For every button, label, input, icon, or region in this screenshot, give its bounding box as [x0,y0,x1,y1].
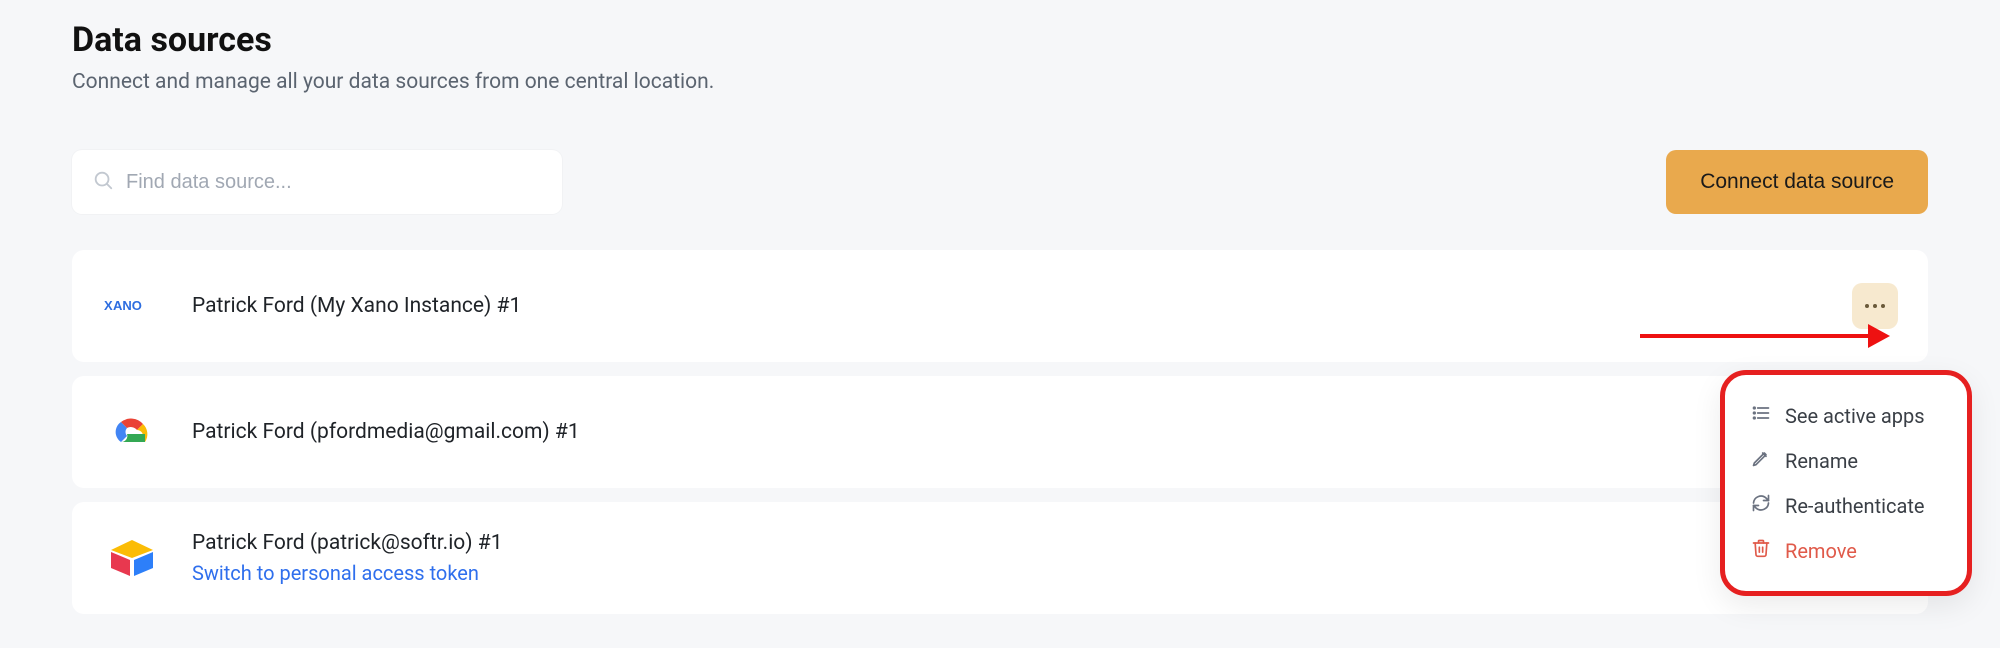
data-source-list: X ANO Patrick Ford (My Xano Instance) #1 [72,250,1928,614]
toolbar: Connect data source [72,150,1928,214]
connect-data-source-button[interactable]: Connect data source [1666,150,1928,214]
xano-logo-icon: X ANO [102,296,162,316]
page-title: Data sources [72,20,1928,60]
menu-reauthenticate[interactable]: Re-authenticate [1733,483,1959,528]
search-box[interactable] [72,150,562,214]
menu-label: Rename [1785,449,1858,473]
svg-text:X: X [104,298,113,313]
airtable-logo-icon [102,538,162,578]
page-subtitle: Connect and manage all your data sources… [72,70,1928,94]
list-icon [1751,403,1771,428]
switch-token-link[interactable]: Switch to personal access token [192,561,503,585]
menu-see-active-apps[interactable]: See active apps [1733,393,1959,438]
refresh-icon [1751,493,1771,518]
search-icon [92,169,114,195]
data-source-row: Patrick Ford (patrick@softr.io) #1 Switc… [72,502,1928,614]
pencil-icon [1751,448,1771,473]
search-input[interactable] [126,171,542,194]
svg-text:ANO: ANO [113,298,142,313]
data-source-row: Patrick Ford (pfordmedia@gmail.com) #1 [72,376,1928,488]
data-source-name: Patrick Ford (patrick@softr.io) #1 [192,531,503,555]
menu-label: Remove [1785,539,1857,563]
more-options-button[interactable] [1852,283,1898,329]
menu-label: Re-authenticate [1785,494,1924,518]
data-source-name: Patrick Ford (My Xano Instance) #1 [192,294,521,318]
menu-label: See active apps [1785,404,1925,428]
data-source-name: Patrick Ford (pfordmedia@gmail.com) #1 [192,420,580,444]
row-actions-menu: See active apps Rename Re-authenticate [1720,370,1972,596]
google-cloud-logo-icon [102,412,162,452]
trash-icon [1751,538,1771,563]
data-source-row: X ANO Patrick Ford (My Xano Instance) #1 [72,250,1928,362]
dots-horizontal-icon [1865,304,1885,308]
menu-rename[interactable]: Rename [1733,438,1959,483]
menu-remove[interactable]: Remove [1733,528,1959,573]
